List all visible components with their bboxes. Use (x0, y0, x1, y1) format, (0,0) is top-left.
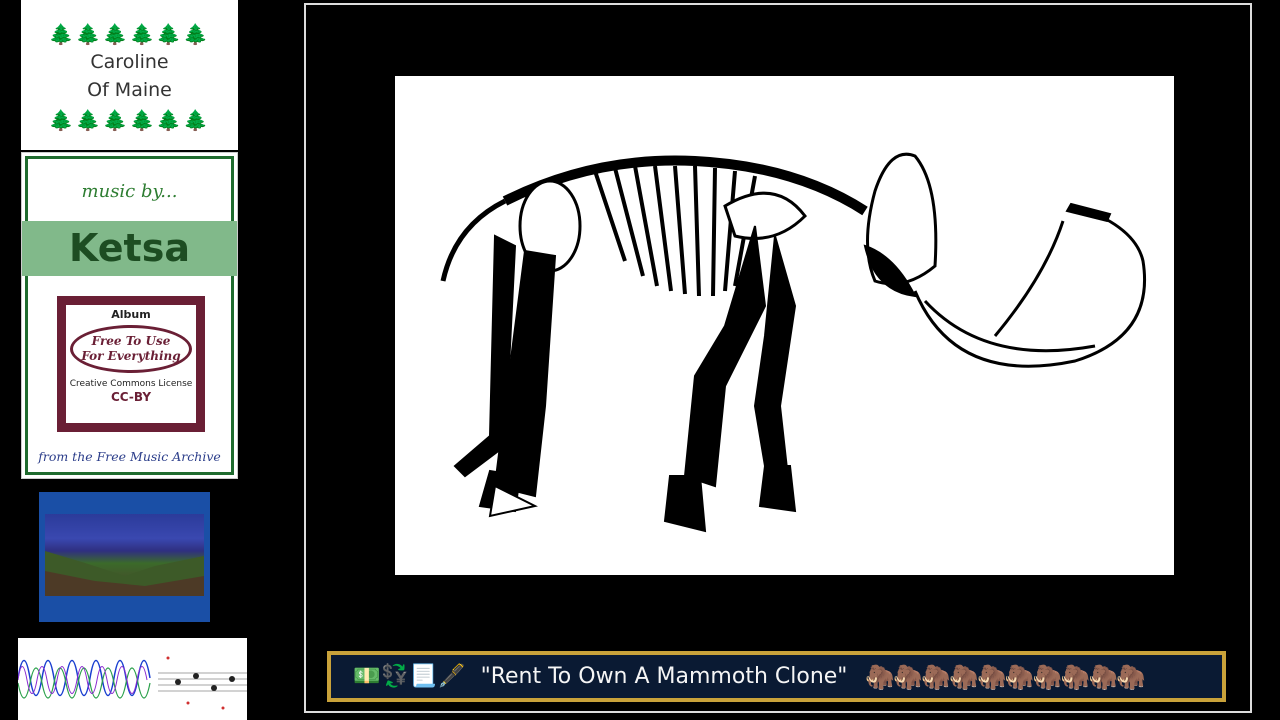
album-label: Album (111, 308, 151, 321)
track-title: "Rent To Own A Mammoth Clone" (480, 664, 848, 689)
waveform-graphic (17, 656, 247, 710)
main-stage: 💵💱📃🖋️ "Rent To Own A Mammoth Clone" 🦣🦣🦣🦣… (304, 3, 1252, 713)
license-label: Creative Commons License (69, 379, 193, 389)
source-label: from the Free Music Archive (38, 449, 221, 464)
mammoth-skeleton-artwork (395, 76, 1174, 575)
album-title-oval: Free To Use For Everything (70, 325, 192, 373)
album-badge: Album Free To Use For Everything Creativ… (57, 296, 205, 432)
album-title-line-1: Free To Use (91, 334, 171, 348)
waveform-thumbnail (17, 638, 247, 720)
credit-card: music by... Ketsa Album Free To Use For … (21, 152, 238, 479)
artist-band: Ketsa (22, 221, 237, 276)
mammoth-skeleton-drawing (440, 152, 1147, 533)
credit-frame: music by... Ketsa Album Free To Use For … (22, 156, 237, 475)
music-by-label: music by... (81, 181, 178, 202)
album-title-line-2: For Everything (81, 349, 181, 363)
license-code: CC-BY (110, 390, 152, 404)
now-playing-caption: 💵💱📃🖋️ "Rent To Own A Mammoth Clone" 🦣🦣🦣🦣… (327, 651, 1226, 702)
title-line-2: Of Maine (87, 79, 172, 101)
tree-row-top-icon: 🌲🌲🌲🌲🌲🌲 (48, 22, 211, 46)
money-document-pen-icon: 💵💱📃🖋️ (353, 664, 467, 689)
title-card: 🌲🌲🌲🌲🌲🌲 Caroline Of Maine 🌲🌲🌲🌲🌲🌲 (21, 0, 238, 150)
landscape-thumbnail (39, 492, 210, 622)
hills-shape (45, 551, 204, 596)
mammoth-icon: 🦣🦣🦣🦣🦣🦣🦣🦣🦣🦣 (865, 662, 1146, 691)
artist-name: Ketsa (69, 226, 190, 270)
title-line-1: Caroline (90, 51, 169, 73)
tree-row-bottom-icon: 🌲🌲🌲🌲🌲🌲 (48, 108, 211, 132)
landscape-scene (45, 514, 204, 596)
